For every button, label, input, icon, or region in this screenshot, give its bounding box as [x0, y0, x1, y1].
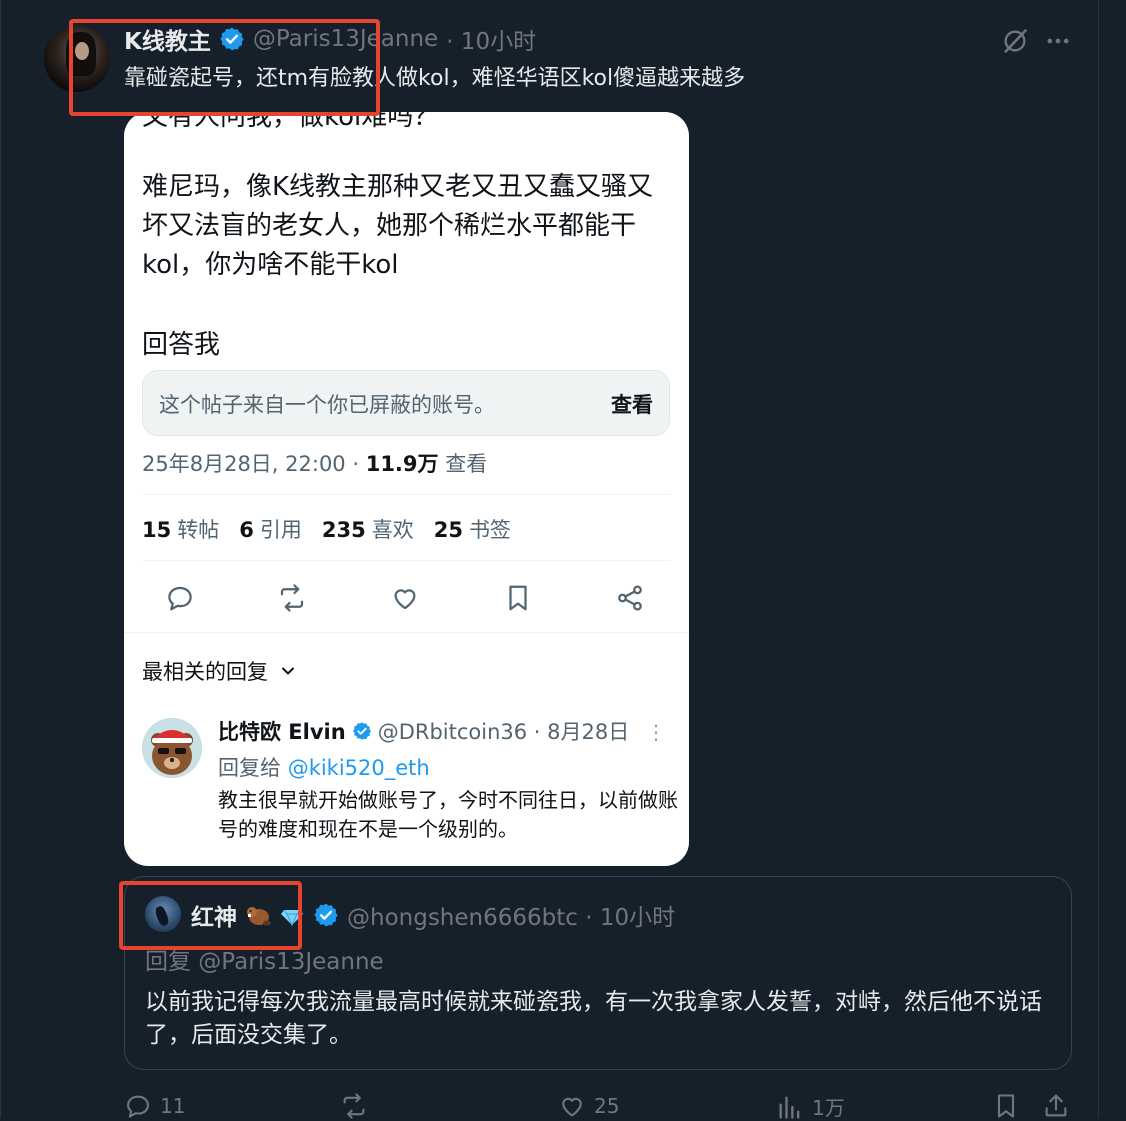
- embedded-answer: 回答我: [142, 330, 221, 360]
- views-icon: [779, 1096, 800, 1119]
- reply-icon: [160, 578, 200, 618]
- bookmark-icon: [997, 1094, 1015, 1118]
- more-icon: ⋮: [646, 720, 666, 744]
- chevron-down-icon: [282, 667, 294, 675]
- bookmark-button[interactable]: [992, 1092, 1020, 1120]
- embedded-date: 25年8月28日, 22:00 ·: [142, 452, 366, 476]
- reply-icon: [127, 1095, 149, 1118]
- embedded-stats: 15 转帖 6 引用 235 喜欢 25 书签: [142, 514, 511, 544]
- views-button[interactable]: 1万: [776, 1092, 845, 1121]
- column-border-right: [1098, 0, 1099, 1118]
- share-icon: [610, 578, 650, 618]
- like-icon: [385, 578, 425, 618]
- divider: [142, 494, 670, 495]
- reply-to-line: 回复给 @kiki520_eth: [218, 752, 430, 782]
- reply-author-name: 比特欧 Elvin: [218, 720, 346, 744]
- verified-badge-icon: [352, 722, 371, 740]
- highlight-box: [69, 19, 380, 116]
- repost-button[interactable]: [340, 1092, 376, 1120]
- embedded-action-bar: [124, 578, 689, 618]
- reply-avatar: [142, 718, 202, 778]
- like-count: 25: [594, 1094, 620, 1118]
- share-icon: [1045, 1094, 1067, 1117]
- reply-count: 11: [160, 1094, 186, 1118]
- replies-sort-header: 最相关的回复: [142, 656, 298, 686]
- blocked-view-button[interactable]: 查看: [611, 389, 653, 419]
- share-button[interactable]: [1042, 1092, 1070, 1120]
- blocked-notice: 这个帖子来自一个你已屏蔽的账号。 查看: [142, 370, 670, 436]
- bookmark-icon: [498, 578, 538, 618]
- verified-badge-icon: [313, 902, 339, 928]
- post-time[interactable]: · 10小时: [446, 22, 536, 56]
- embedded-meta: 25年8月28日, 22:00 · 11.9万 查看: [142, 448, 487, 478]
- embedded-body-text: 难尼玛，像K线教主那种又老又丑又蠢又骚又坏又法盲的老女人，她那个稀烂水平都能干k…: [142, 172, 654, 280]
- grok-icon[interactable]: [998, 24, 1032, 58]
- views-count: 1万: [812, 1096, 845, 1120]
- reply-to-handle: @kiki520_eth: [287, 756, 430, 780]
- column-border-left: [0, 0, 1, 1118]
- like-button[interactable]: 25: [558, 1092, 619, 1120]
- quote-text: 以前我记得每次我流量最高时候就来碰瓷我，有一次我拿家人发誓，对峙，然后他不说话了…: [145, 989, 1042, 1048]
- stat-quotes: 6 引用: [239, 518, 302, 542]
- reply-author-row: 比特欧 Elvin @DRbitcoin36 · 8月28日: [218, 716, 629, 746]
- embedded-screenshot[interactable]: 又有人问我，做kol难吗？ 难尼玛，像K线教主那种又老又丑又蠢又骚又坏又法盲的老…: [124, 112, 689, 866]
- highlight-box: [119, 881, 302, 950]
- embedded-views: 11.9万: [365, 452, 439, 476]
- stat-bookmarks: 25 书签: [433, 518, 511, 542]
- repost-icon: [272, 578, 312, 618]
- stat-reposts: 15 转帖: [142, 518, 220, 542]
- divider: [124, 632, 689, 633]
- replies-sort-label: 最相关的回复: [142, 660, 268, 684]
- stat-likes: 235 喜欢: [321, 518, 414, 542]
- divider: [142, 560, 670, 561]
- quote-author-handle[interactable]: @hongshen6666btc · 10小时: [347, 898, 675, 932]
- repost-icon: [343, 1093, 365, 1119]
- blocked-notice-text: 这个帖子来自一个你已屏蔽的账号。: [159, 393, 495, 417]
- reply-author-handle: @DRbitcoin36 · 8月28日: [377, 720, 630, 744]
- embedded-views-label: 查看: [438, 452, 488, 476]
- more-icon[interactable]: [1041, 24, 1075, 58]
- reply-to-label: 回复给: [218, 756, 288, 780]
- reply-button[interactable]: 11: [124, 1092, 185, 1120]
- reply-text: 教主很早就开始做账号了，今时不同往日，以前做账号的难度和现在不是一个级别的。: [218, 788, 678, 841]
- like-icon: [562, 1097, 582, 1117]
